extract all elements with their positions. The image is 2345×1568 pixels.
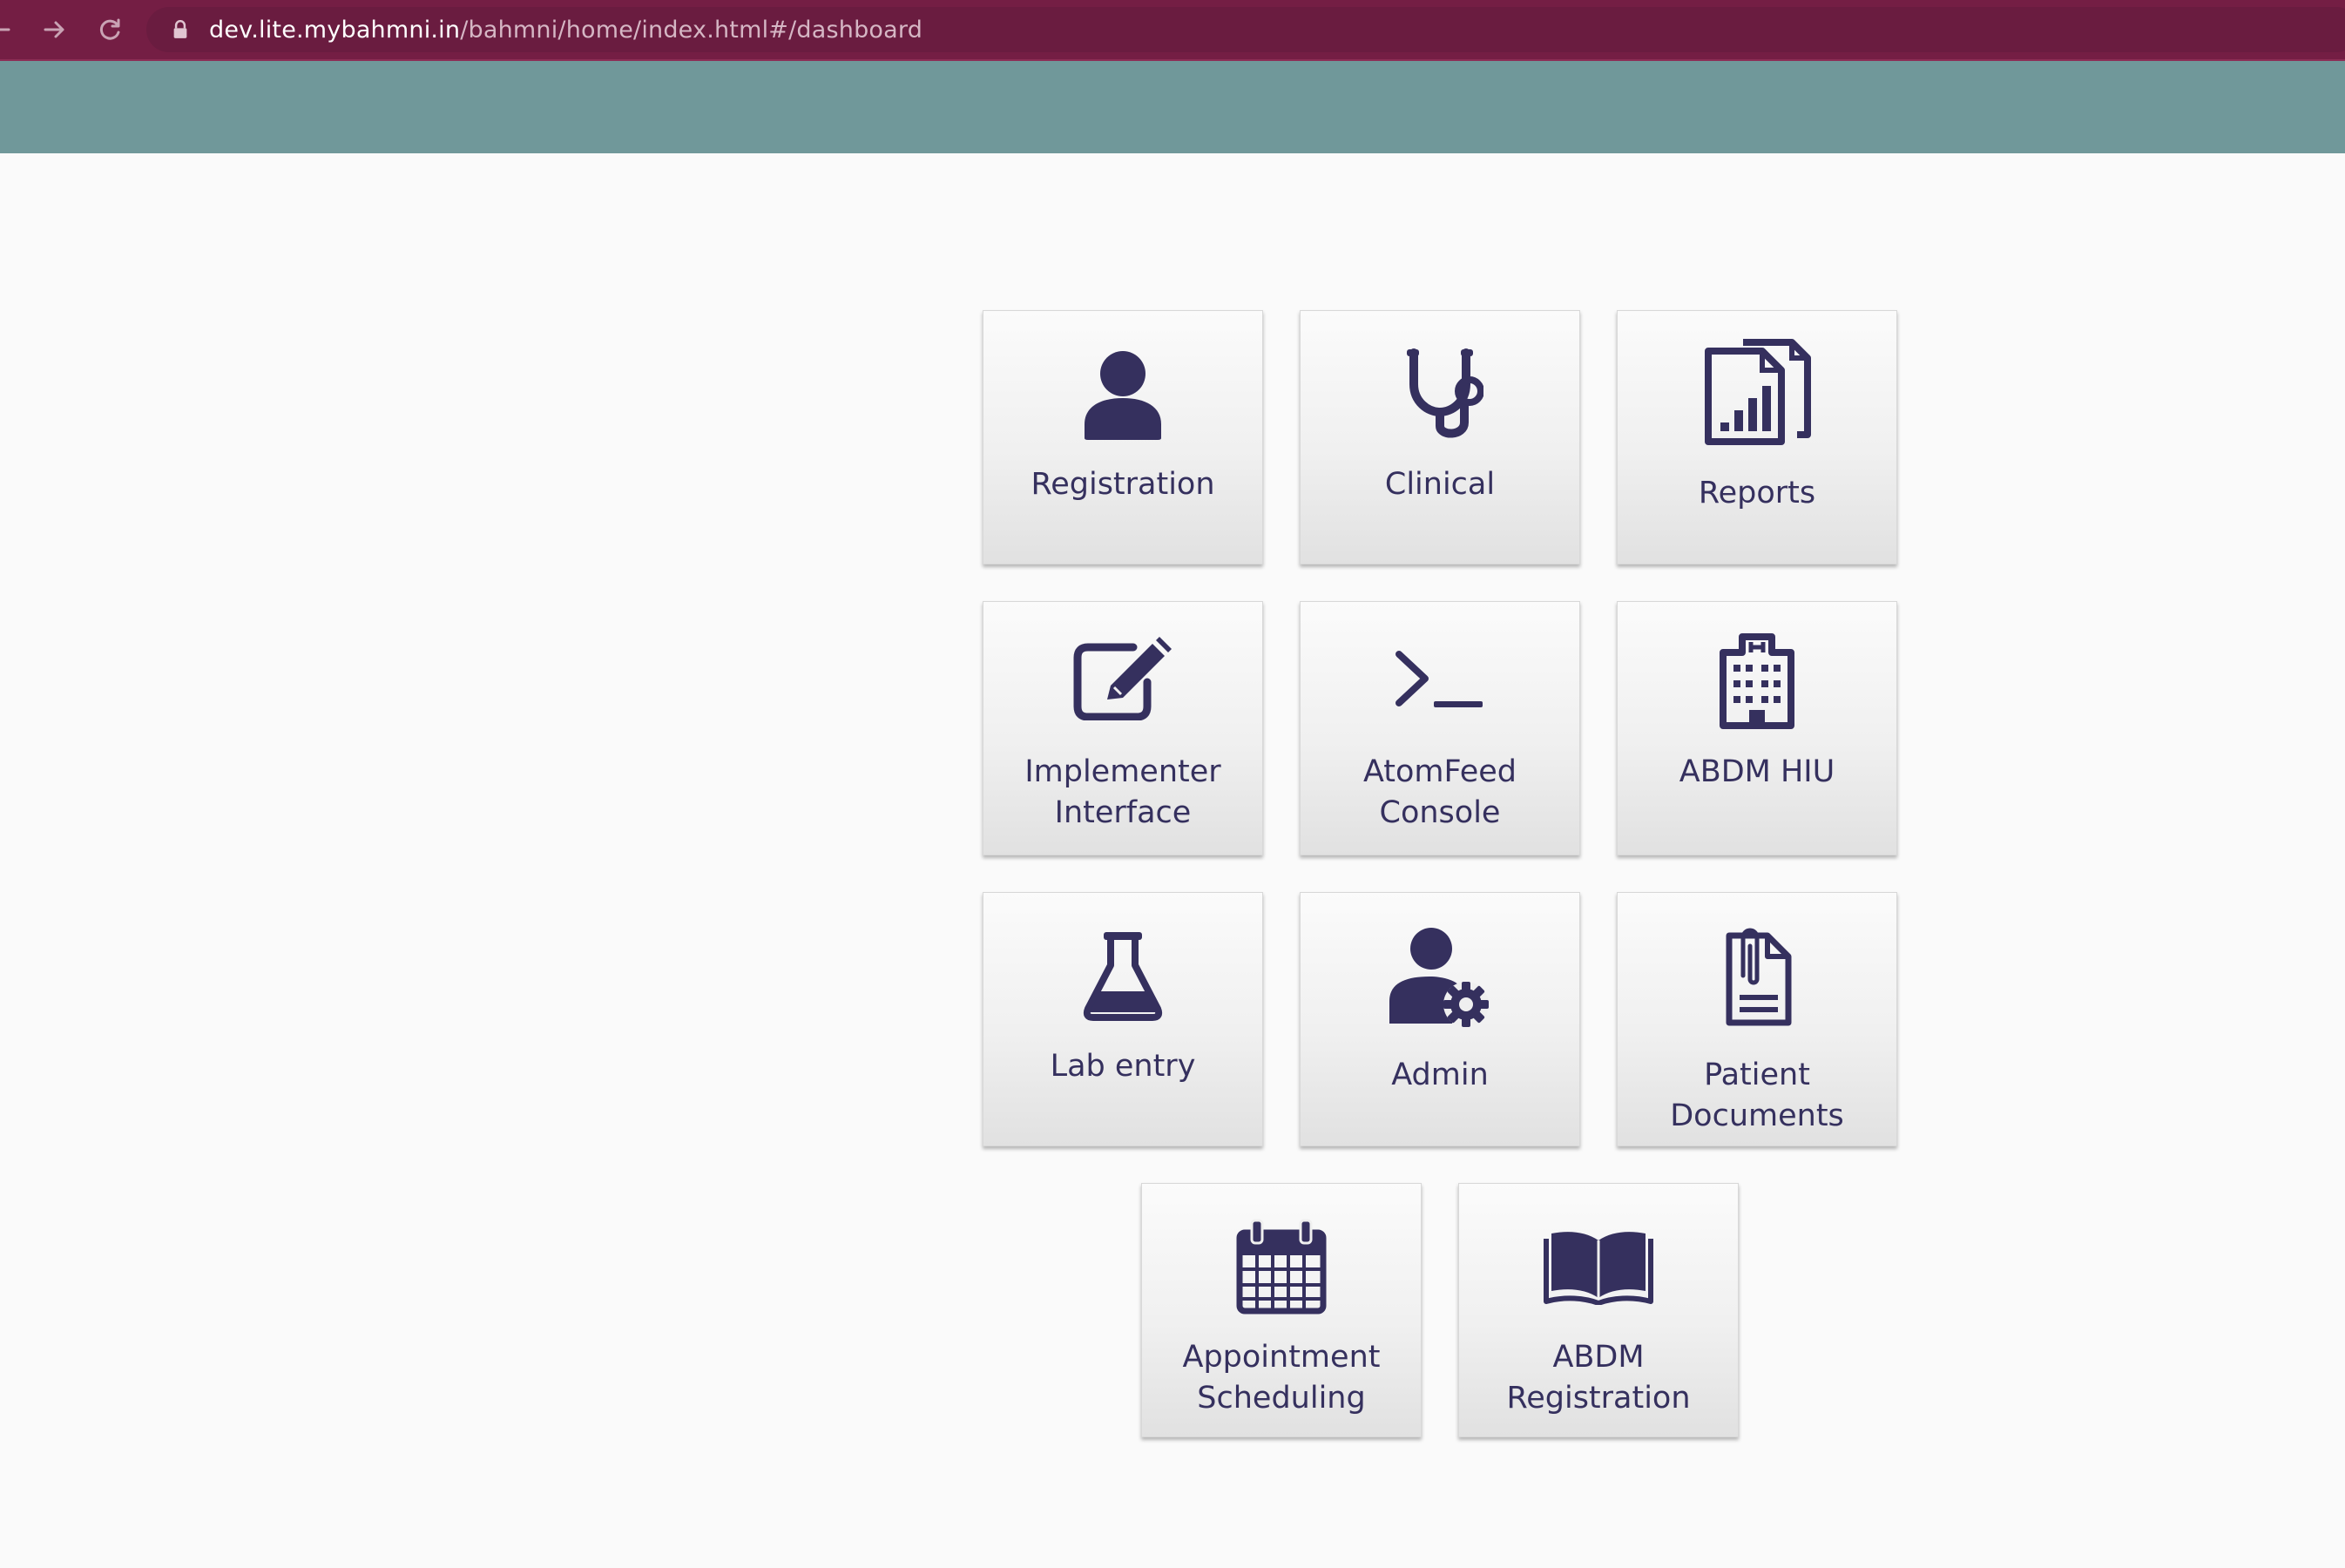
app-tile-reports[interactable]: Reports — [1617, 310, 1897, 564]
app-tile-label-line: ABDM — [1552, 1340, 1645, 1375]
calendar-icon — [1142, 1217, 1421, 1316]
app-tile-label: Admin — [1391, 1058, 1489, 1092]
dashboard: Registration Clinical Reports Implemente… — [0, 153, 2345, 1568]
address-bar[interactable]: dev.lite.mybahmni.in/bahmni/home/index.h… — [146, 7, 2345, 52]
url-host: dev.lite.mybahmni.in — [209, 16, 461, 44]
arrow-right-icon — [44, 21, 64, 38]
lock-icon[interactable] — [171, 18, 190, 41]
back-button[interactable] — [0, 10, 19, 49]
app-tile-patient-documents[interactable]: Patient Documents — [1617, 892, 1897, 1146]
arrow-left-icon — [0, 28, 10, 31]
app-tile-admin[interactable]: Admin — [1300, 892, 1580, 1146]
app-tile-label: Patient Documents — [1625, 1055, 1889, 1137]
app-tile-registration[interactable]: Registration — [983, 310, 1263, 564]
app-tile-label: Appointment Scheduling — [1149, 1337, 1414, 1419]
open-book-icon — [1459, 1222, 1738, 1309]
person-icon — [983, 346, 1262, 442]
app-tile-label-line: Documents — [1670, 1098, 1844, 1133]
app-tile-label-line: Scheduling — [1197, 1381, 1366, 1416]
edit-icon — [983, 635, 1262, 722]
document-clip-icon — [1618, 924, 1896, 1029]
app-tile-label: Clinical — [1384, 467, 1496, 502]
url-text[interactable]: dev.lite.mybahmni.in/bahmni/home/index.h… — [209, 17, 922, 44]
reload-button[interactable] — [91, 10, 129, 49]
app-tile-label: ABDM Registration — [1466, 1337, 1731, 1419]
app-tile-label-line: Console — [1379, 795, 1501, 830]
app-tile-label-line: Implementer — [1024, 754, 1221, 789]
app-tile-lab-entry[interactable]: Lab entry — [983, 892, 1263, 1146]
browser-toolbar: dev.lite.mybahmni.in/bahmni/home/index.h… — [0, 0, 2345, 61]
app-tile-appointment-scheduling[interactable]: Appointment Scheduling — [1141, 1183, 1422, 1437]
app-tile-label: Lab entry — [1050, 1049, 1196, 1084]
hospital-icon — [1618, 632, 1896, 731]
app-tile-label: AtomFeed Console — [1308, 752, 1572, 834]
reload-icon — [99, 18, 120, 40]
app-tile-atomfeed-console[interactable]: AtomFeed Console — [1300, 601, 1580, 855]
app-tile-abdm-registration[interactable]: ABDM Registration — [1458, 1183, 1739, 1437]
stethoscope-icon — [1301, 346, 1579, 442]
app-tile-implementer-interface[interactable]: Implementer Interface — [983, 601, 1263, 855]
forward-button[interactable] — [35, 10, 73, 49]
app-tile-label-line: AtomFeed — [1362, 754, 1517, 789]
app-tile-label: Implementer Interface — [990, 752, 1255, 834]
app-tile-clinical[interactable]: Clinical — [1300, 310, 1580, 564]
app-tile-label-line: Registration — [1506, 1381, 1691, 1416]
app-tile-label-line: Interface — [1054, 795, 1192, 830]
terminal-icon — [1301, 637, 1579, 724]
app-tile-label: Reports — [1698, 476, 1816, 510]
flask-icon — [983, 928, 1262, 1024]
app-tile-label: ABDM HIU — [1679, 754, 1835, 789]
app-header-bar — [0, 61, 2345, 153]
app-tile-label: Registration — [1031, 467, 1215, 502]
report-chart-icon — [1618, 339, 1896, 445]
url-path: /bahmni/home/index.html#/dashboard — [460, 16, 923, 44]
app-tile-abdm-hiu[interactable]: ABDM HIU — [1617, 601, 1897, 855]
app-tile-label-line: Appointment — [1182, 1340, 1381, 1375]
user-gear-icon — [1301, 926, 1579, 1031]
app-tile-label-line: Patient — [1704, 1058, 1810, 1092]
